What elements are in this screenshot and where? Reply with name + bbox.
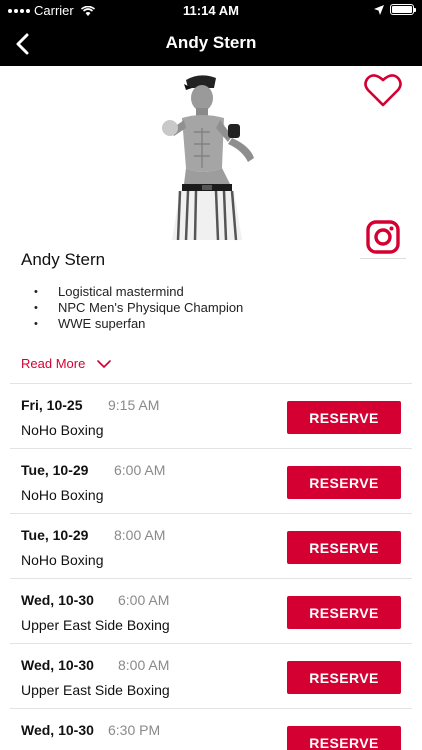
session-row: Wed, 10-30 6:00 AM Upper East Side Boxin… [10,578,412,643]
trainer-photo [162,75,254,241]
session-date: Tue, 10-29 [21,462,89,478]
bio-list: Logistical mastermind NPC Men's Physique… [34,284,243,332]
reserve-button[interactable]: RESERVE [287,596,401,629]
location-arrow-icon [374,4,384,15]
session-location: NoHo Boxing [21,422,104,438]
heart-icon[interactable] [364,72,402,108]
session-time: 6:30 PM [108,722,161,738]
status-bar: Carrier 11:14 AM [0,0,422,22]
reserve-button[interactable]: RESERVE [287,401,401,434]
status-right [374,4,416,15]
read-more-label[interactable]: Read More [21,356,85,371]
session-time: 9:15 AM [108,397,160,413]
trainer-name: Andy Stern [21,250,106,269]
chevron-down-icon[interactable] [97,359,112,369]
session-row: Tue, 10-29 6:00 AM NoHo Boxing RESERVE [10,448,412,513]
session-date: Tue, 10-29 [21,527,89,543]
instagram-icon[interactable] [366,220,400,254]
read-more-toggle[interactable]: Read More [21,356,112,371]
session-row: Wed, 10-30 6:30 PM RESERVE [10,708,412,750]
session-time: 8:00 AM [114,527,166,543]
nav-bar: Andy Stern [0,22,422,66]
session-date: Fri, 10-25 [21,397,83,413]
session-location: Upper East Side Boxing [21,682,170,698]
reserve-button[interactable]: RESERVE [287,661,401,694]
profile-hero [0,66,422,244]
session-location: NoHo Boxing [21,552,104,568]
session-date: Wed, 10-30 [21,592,94,608]
session-time: 6:00 AM [114,462,166,478]
session-list: Fri, 10-25 9:15 AM NoHo Boxing RESERVE T… [10,383,412,750]
nav-title: Andy Stern [165,33,257,52]
reserve-button[interactable]: RESERVE [287,726,401,750]
session-time: 6:00 AM [118,592,170,608]
session-time: 8:00 AM [118,657,170,673]
session-date: Wed, 10-30 [21,657,94,673]
reserve-button[interactable]: RESERVE [287,466,401,499]
session-date: Wed, 10-30 [21,722,94,738]
session-location: Upper East Side Boxing [21,617,170,633]
bio-item: WWE superfan [34,316,243,332]
battery-icon [390,4,416,15]
session-row: Tue, 10-29 8:00 AM NoHo Boxing RESERVE [10,513,412,578]
bio-item: Logistical mastermind [34,284,243,300]
session-row: Wed, 10-30 8:00 AM Upper East Side Boxin… [10,643,412,708]
session-location: NoHo Boxing [21,487,104,503]
session-row: Fri, 10-25 9:15 AM NoHo Boxing RESERVE [10,383,412,448]
bio-item: NPC Men's Physique Champion [34,300,243,316]
reserve-button[interactable]: RESERVE [287,531,401,564]
status-time: 11:14 AM [183,3,239,18]
divider [360,258,406,259]
